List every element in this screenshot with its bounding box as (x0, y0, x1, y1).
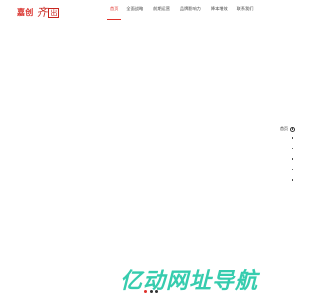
side-pagination-dot[interactable] (275, 144, 295, 155)
side-pagination: 首页 (275, 125, 295, 186)
side-pagination-label: 首页 (280, 126, 288, 131)
nav-item-strategy[interactable]: 全面战略 (126, 6, 143, 15)
nav-item-brand[interactable]: 品牌影响力 (180, 6, 201, 15)
watermark-text: 亿动网址导航 (120, 269, 259, 294)
nav-item-efficiency[interactable]: 降本增效 (211, 6, 228, 15)
page: 嘉创 齐出 首页 全面战略 前期运营 品牌影响力 降本增效 联系我们 首页 亿动… (0, 0, 300, 300)
side-pagination-ring-icon (290, 126, 295, 132)
logo-script-text: 齐 (36, 5, 48, 19)
slider-pagination (144, 290, 158, 293)
side-pagination-dot[interactable] (275, 175, 295, 186)
nav-item-contact[interactable]: 联系我们 (237, 6, 254, 15)
side-pagination-dot[interactable] (275, 165, 295, 176)
logo-brand-text: 嘉创 (17, 7, 34, 17)
side-pagination-current[interactable]: 首页 (275, 125, 295, 133)
nav-item-home[interactable]: 首页 (106, 6, 122, 20)
slider-dot[interactable] (144, 290, 147, 293)
site-logo[interactable]: 嘉创 齐出 (17, 5, 60, 19)
main-nav: 首页 全面战略 前期运营 品牌影响力 降本增效 联系我们 (106, 6, 265, 20)
logo-boxed-text: 出 (48, 7, 60, 18)
slider-dot[interactable] (149, 290, 153, 293)
side-pagination-dot[interactable] (275, 133, 295, 144)
logo-script-mark: 齐出 (36, 5, 60, 19)
slider-dot[interactable] (155, 290, 158, 293)
side-pagination-dot[interactable] (275, 154, 295, 165)
nav-item-operations[interactable]: 前期运营 (153, 6, 170, 15)
